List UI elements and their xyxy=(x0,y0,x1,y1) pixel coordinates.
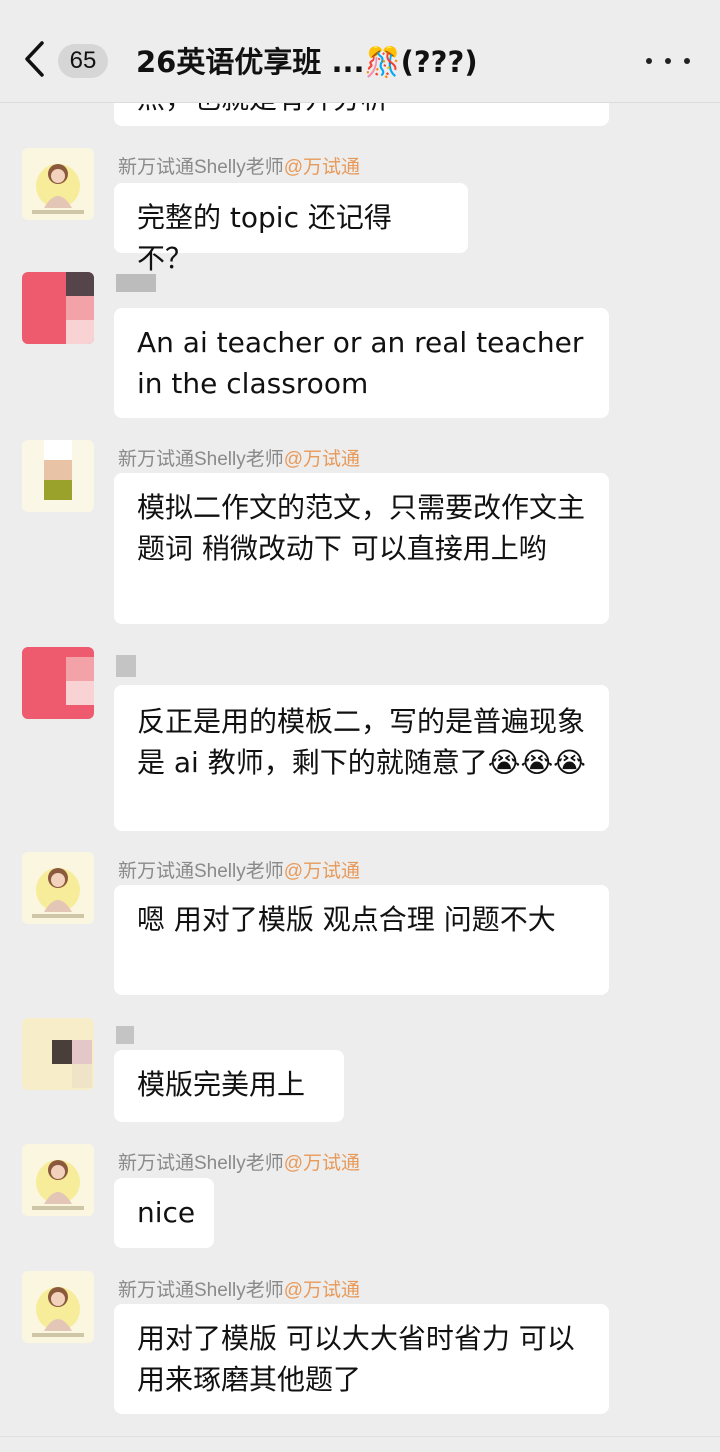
message-bubble[interactable]: 用对了模版 可以大大省时省力 可以用来琢磨其他题了 xyxy=(114,1304,609,1414)
blurred-sender-name xyxy=(116,655,136,677)
more-button[interactable] xyxy=(646,46,690,76)
unread-badge[interactable]: 65 xyxy=(58,44,108,78)
avatar[interactable] xyxy=(22,272,94,344)
message-bubble[interactable]: 模拟二作文的范文，只需要改作文主题词 稍微改动下 可以直接用上哟 xyxy=(114,473,609,624)
message-text: An ai teacher or an real teacher in the … xyxy=(137,326,584,400)
avatar[interactable] xyxy=(22,1144,94,1216)
sender-name: 新万试通Shelly老师@万试通 xyxy=(118,1280,361,1301)
message-bubble[interactable]: An ai teacher or an real teacher in the … xyxy=(114,308,609,418)
teacher-avatar-icon xyxy=(22,1271,94,1343)
message-text: 模版完美用上 xyxy=(137,1068,306,1101)
avatar[interactable] xyxy=(22,647,94,719)
avatar[interactable] xyxy=(22,440,94,512)
message-text: nice xyxy=(137,1196,196,1229)
avatar[interactable] xyxy=(22,1271,94,1343)
teacher-avatar-icon xyxy=(22,1144,94,1216)
back-button[interactable] xyxy=(22,36,56,82)
blurred-sender-name xyxy=(116,274,156,292)
message-text: 完整的 topic 还记得不？ xyxy=(137,201,392,275)
sender-name: 新万试通Shelly老师@万试通 xyxy=(118,157,361,178)
message-text: 模拟二作文的范文，只需要改作文主题词 稍微改动下 可以直接用上哟 xyxy=(137,491,586,565)
message-bubble[interactable]: 模版完美用上 xyxy=(114,1050,344,1122)
message-text: 反正是用的模板二，写的是普遍现象是 ai 教师，剩下的就随意了😭😭😭 xyxy=(137,705,586,779)
sender-name: 新万试通Shelly老师@万试通 xyxy=(118,1153,361,1174)
message-bubble[interactable]: 完整的 topic 还记得不？ xyxy=(114,183,468,275)
message-bubble[interactable]: 反正是用的模板二，写的是普遍现象是 ai 教师，剩下的就随意了😭😭😭 xyxy=(114,685,609,831)
message-bubble[interactable]: 嗯 用对了模版 观点合理 问题不大 xyxy=(114,885,609,995)
sender-name: 新万试通Shelly老师@万试通 xyxy=(118,449,361,470)
teacher-avatar-icon xyxy=(22,852,94,924)
message-text: 嗯 用对了模版 观点合理 问题不大 xyxy=(137,903,556,936)
message-text: 用对了模版 可以大大省时省力 可以用来琢磨其他题了 xyxy=(137,1322,575,1396)
chevron-left-icon xyxy=(25,41,44,77)
chat-title: 26英语优享班 ...🎊(???) xyxy=(136,45,478,79)
sender-name: 新万试通Shelly老师@万试通 xyxy=(118,861,361,882)
bottom-divider xyxy=(0,1436,720,1437)
avatar[interactable] xyxy=(22,1018,94,1090)
chat-header: 65 26英语优享班 ...🎊(???) xyxy=(0,0,720,103)
avatar[interactable] xyxy=(22,852,94,924)
blurred-sender-name xyxy=(116,1026,134,1044)
more-dots-icon xyxy=(646,58,652,64)
message-bubble[interactable]: nice xyxy=(114,1178,214,1248)
avatar[interactable] xyxy=(22,148,94,220)
teacher-avatar-icon xyxy=(22,148,94,220)
